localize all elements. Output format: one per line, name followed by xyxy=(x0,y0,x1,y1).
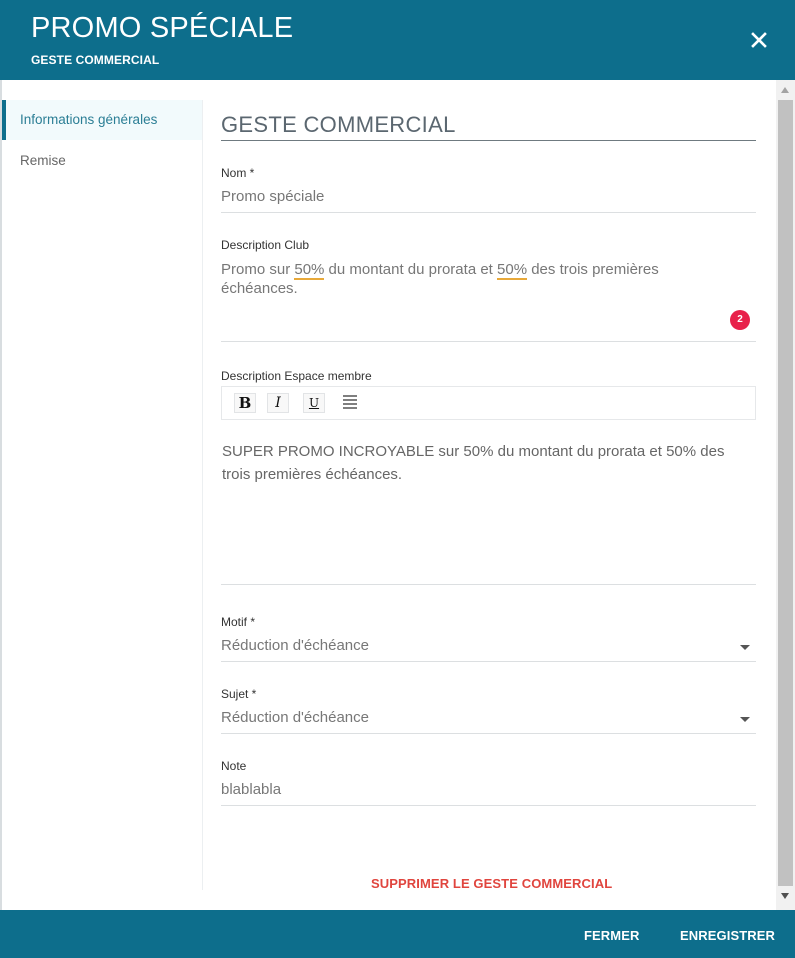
chevron-down-icon[interactable] xyxy=(740,645,750,650)
underline-button[interactable]: U xyxy=(303,393,325,413)
note-input[interactable]: blablabla xyxy=(221,781,281,798)
sidebar-item-remise[interactable]: Remise xyxy=(2,141,202,181)
description-club-textarea[interactable]: Promo sur 50% du montant du prorata et 5… xyxy=(221,260,701,298)
sujet-select[interactable]: Réduction d'échéance xyxy=(221,709,369,726)
motif-select[interactable]: Réduction d'échéance xyxy=(221,637,369,654)
chevron-down-icon[interactable] xyxy=(740,717,750,722)
description-club-underline xyxy=(221,341,756,342)
description-espace-membre-editor[interactable]: SUPER PROMO INCROYABLE sur 50% du montan… xyxy=(222,440,742,486)
modal-subtitle: GESTE COMMERCIAL xyxy=(31,53,160,67)
form-content: GESTE COMMERCIAL Nom * Promo spéciale De… xyxy=(203,80,776,910)
sujet-underline xyxy=(221,733,756,734)
description-club-text-2: du montant du prorata et xyxy=(324,261,498,278)
sidebar-item-informations-generales[interactable]: Informations générales xyxy=(2,100,202,140)
scroll-down-icon[interactable] xyxy=(781,893,789,899)
rich-text-toolbar: B I U xyxy=(221,386,756,420)
modal-header: PROMO SPÉCIALE GESTE COMMERCIAL xyxy=(0,0,795,80)
sidebar-nav: Informations générales Remise xyxy=(2,80,202,890)
spellcheck-word: 50% xyxy=(294,261,325,280)
motif-label: Motif * xyxy=(221,615,256,629)
close-button[interactable]: FERMER xyxy=(584,928,640,943)
spellcheck-word: 50% xyxy=(497,261,528,280)
section-title: GESTE COMMERCIAL xyxy=(221,112,756,141)
align-justify-icon[interactable] xyxy=(339,393,361,413)
note-underline xyxy=(221,805,756,806)
delete-geste-commercial-button[interactable]: SUPPRIMER LE GESTE COMMERCIAL xyxy=(371,876,612,891)
description-club-text-1: Promo sur xyxy=(221,261,295,278)
scrollbar[interactable] xyxy=(776,80,795,910)
note-label: Note xyxy=(221,759,247,773)
modal-footer: FERMER ENREGISTRER xyxy=(0,910,795,958)
bold-button[interactable]: B xyxy=(234,393,256,413)
spellcheck-badge[interactable]: 2 xyxy=(730,310,750,330)
scroll-up-icon[interactable] xyxy=(781,87,789,93)
motif-underline xyxy=(221,661,756,662)
sujet-label: Sujet * xyxy=(221,687,257,701)
save-button[interactable]: ENREGISTRER xyxy=(680,928,775,943)
editor-underline xyxy=(221,584,756,585)
close-icon[interactable] xyxy=(747,28,771,52)
nom-label: Nom * xyxy=(221,166,255,180)
description-club-label: Description Club xyxy=(221,238,310,252)
modal-title: PROMO SPÉCIALE xyxy=(31,12,294,44)
scrollbar-thumb[interactable] xyxy=(778,100,793,886)
nom-underline xyxy=(221,212,756,213)
nom-input[interactable]: Promo spéciale xyxy=(221,188,324,205)
italic-button[interactable]: I xyxy=(267,393,289,413)
description-espace-membre-label: Description Espace membre xyxy=(221,369,372,383)
